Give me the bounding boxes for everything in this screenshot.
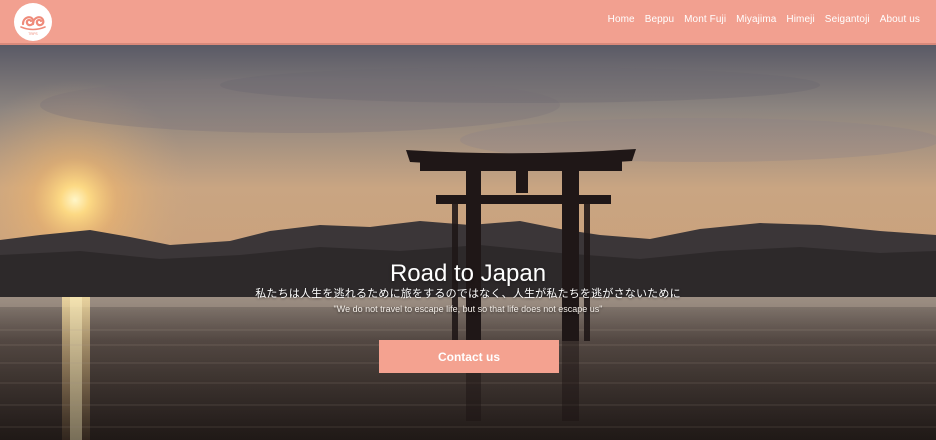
- nav-mont-fuji[interactable]: Mont Fuji: [684, 14, 726, 25]
- nav-home[interactable]: Home: [608, 14, 635, 25]
- nav-seigantoji[interactable]: Seigantoji: [825, 14, 870, 25]
- logo-caption: TRIPS: [28, 32, 37, 36]
- hero-title: Road to Japan: [389, 260, 547, 288]
- main-nav: Home Beppu Mont Fuji Miyajima Himeji Sei…: [598, 14, 920, 25]
- hero-subtitle-en: "We do not travel to escape life, but so…: [333, 304, 603, 314]
- hero-subtitle-jp: 私たちは人生を逃れるために旅をするのではなく、人生が私たちを逃がさないために: [255, 288, 681, 300]
- nav-himeji[interactable]: Himeji: [786, 14, 814, 25]
- spiral-wave-logo-icon[interactable]: TRIPS: [14, 3, 52, 41]
- nav-miyajima[interactable]: Miyajima: [736, 14, 776, 25]
- hero-section: Road to Japan 私たちは人生を逃れるために旅をするのではなく、人生が…: [0, 45, 936, 440]
- nav-beppu[interactable]: Beppu: [645, 14, 674, 25]
- nav-about-us[interactable]: About us: [880, 14, 920, 25]
- contact-us-button[interactable]: Contact us: [379, 340, 559, 373]
- top-navbar: TRIPS Home Beppu Mont Fuji Miyajima Hime…: [0, 0, 936, 45]
- torii-gate-sunset-background: [0, 45, 936, 440]
